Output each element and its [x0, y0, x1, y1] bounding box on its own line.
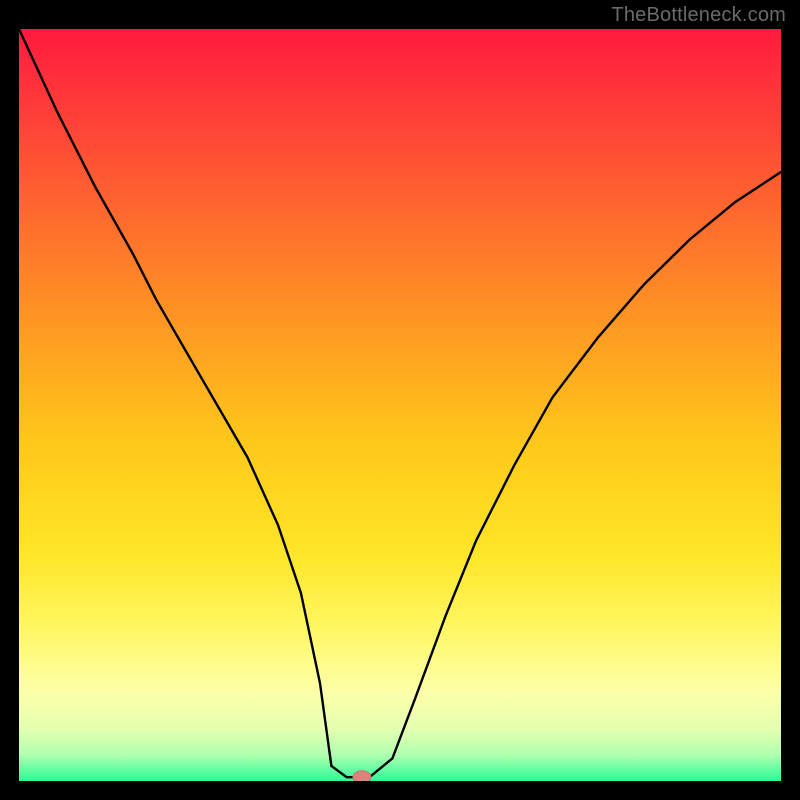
plot-area — [19, 29, 781, 781]
chart-frame: TheBottleneck.com — [0, 0, 800, 800]
watermark-text: TheBottleneck.com — [611, 4, 786, 27]
gradient-background — [19, 29, 781, 781]
optimal-point-marker — [353, 771, 371, 781]
bottleneck-chart — [19, 29, 781, 781]
